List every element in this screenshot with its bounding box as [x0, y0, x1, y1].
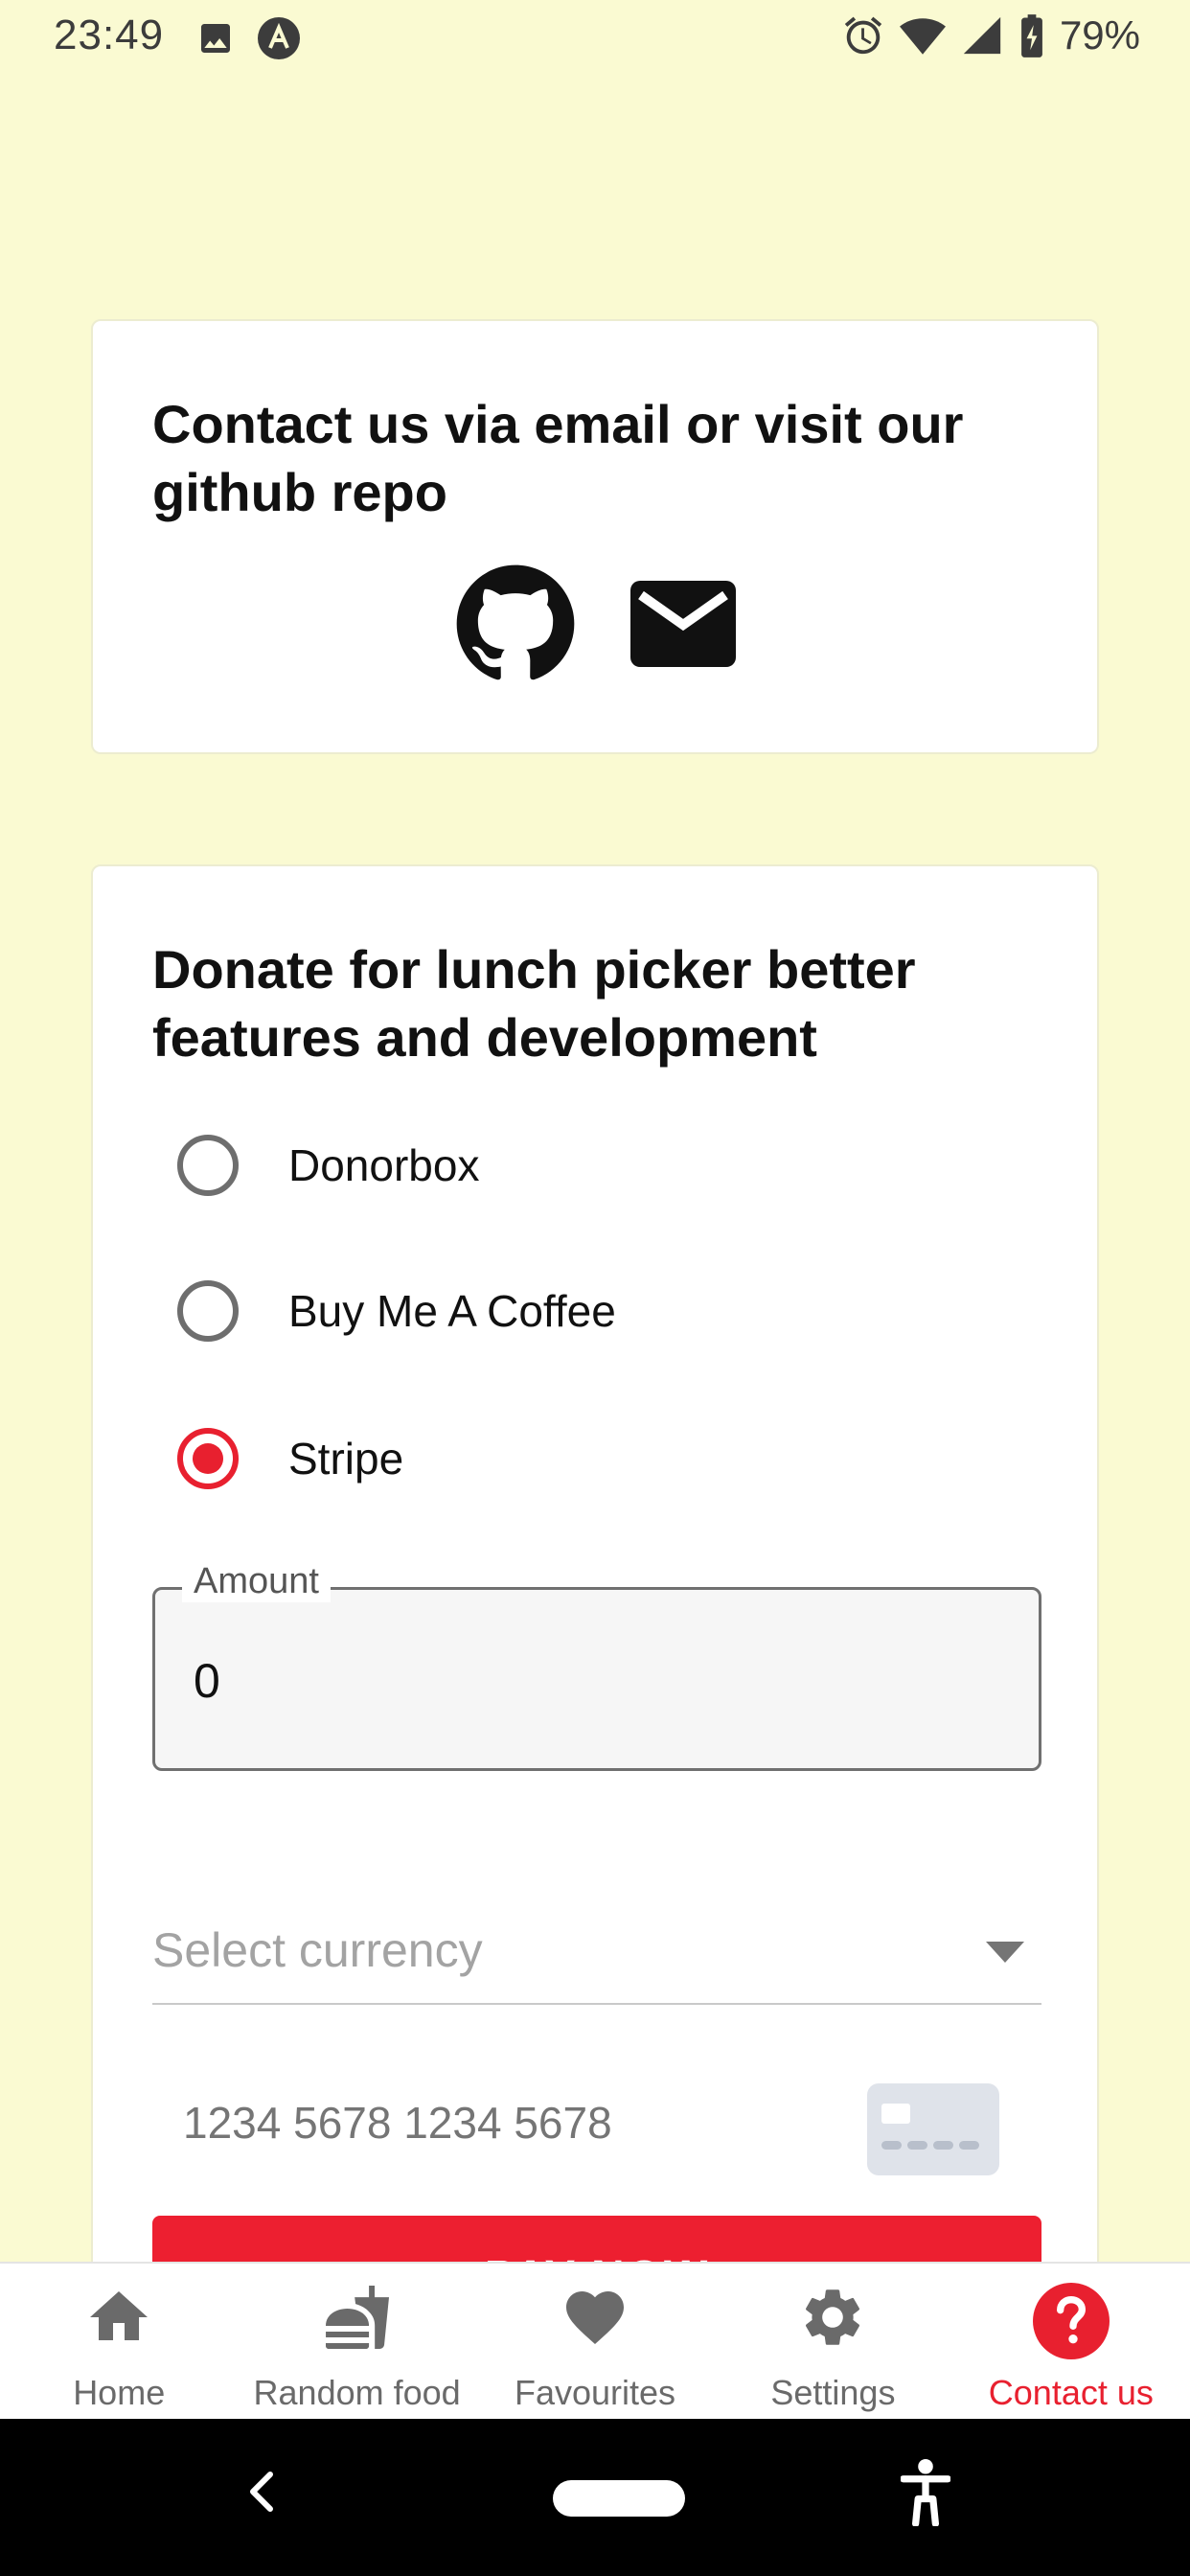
status-time: 23:49 — [54, 12, 165, 58]
image-icon — [201, 24, 230, 53]
radio-label: Donorbox — [288, 1140, 480, 1190]
radio-option-buy-me-a-coffee[interactable]: Buy Me A Coffee — [177, 1280, 616, 1342]
contact-screen: 23:49 79% Contact us via email or visit … — [0, 0, 1190, 2576]
contact-card: Contact us via email or visit our github… — [91, 319, 1099, 754]
contact-title: Contact us via email or visit our github… — [152, 394, 964, 522]
home-pill[interactable] — [553, 2480, 685, 2517]
amount-label: Amount — [182, 1561, 331, 1602]
back-icon[interactable] — [247, 2469, 276, 2515]
wifi-icon — [899, 18, 946, 55]
radio-button-selected[interactable] — [177, 1428, 239, 1489]
radio-label: Buy Me A Coffee — [288, 1286, 616, 1336]
nav-label: Random food — [253, 2373, 461, 2412]
credit-card-icon — [867, 2083, 999, 2175]
currency-select[interactable]: Select currency — [152, 1909, 1041, 2005]
donate-title: Donate for lunch picker better features … — [152, 939, 916, 1068]
signal-icon — [963, 16, 1001, 55]
alarm-icon — [844, 16, 882, 55]
nav-item-settings[interactable]: Settings — [714, 2264, 951, 2419]
home-icon — [90, 2291, 149, 2340]
contact-links — [93, 563, 1097, 685]
gear-icon — [806, 2289, 860, 2345]
radio-label: Stripe — [288, 1434, 404, 1484]
radio-option-donorbox[interactable]: Donorbox — [177, 1135, 479, 1196]
radio-button[interactable] — [177, 1280, 239, 1342]
email-icon[interactable] — [630, 580, 736, 668]
radio-button[interactable] — [177, 1135, 239, 1196]
amount-input[interactable] — [194, 1653, 998, 1709]
nav-item-home[interactable]: Home — [0, 2264, 238, 2419]
nav-label: Home — [73, 2373, 166, 2412]
system-navigation-bar — [0, 2419, 1190, 2576]
card-number-field[interactable] — [152, 2074, 1041, 2179]
battery-percentage: 79% — [1059, 12, 1140, 58]
github-icon[interactable] — [454, 563, 577, 685]
status-bar: 23:49 79% — [0, 0, 1190, 77]
nav-label: Contact us — [988, 2373, 1154, 2412]
help-icon — [1032, 2283, 1110, 2359]
heart-icon — [566, 2291, 625, 2345]
nav-label: Favourites — [514, 2373, 676, 2412]
card-number-input[interactable] — [183, 2097, 854, 2149]
battery-charging-icon — [1021, 14, 1042, 58]
nav-item-favourites[interactable]: Favourites — [476, 2264, 714, 2419]
nav-item-random-food[interactable]: Random food — [238, 2264, 475, 2419]
accessibility-icon[interactable] — [901, 2459, 950, 2526]
donate-card: Donate for lunch picker better features … — [91, 864, 1099, 2340]
currency-placeholder: Select currency — [152, 1923, 483, 1977]
nav-item-contact-us[interactable]: Contact us — [952, 2264, 1190, 2419]
radio-option-stripe[interactable]: Stripe — [177, 1428, 403, 1489]
dropdown-arrow-icon — [986, 1942, 1024, 1963]
app-icon — [258, 17, 300, 59]
radio-dot — [193, 1443, 223, 1474]
fastfood-icon — [325, 2286, 389, 2349]
amount-field[interactable]: Amount — [152, 1561, 1041, 1771]
nav-label: Settings — [770, 2373, 896, 2412]
bottom-navigation: Home Random food Favourites Settings Con… — [0, 2262, 1190, 2419]
